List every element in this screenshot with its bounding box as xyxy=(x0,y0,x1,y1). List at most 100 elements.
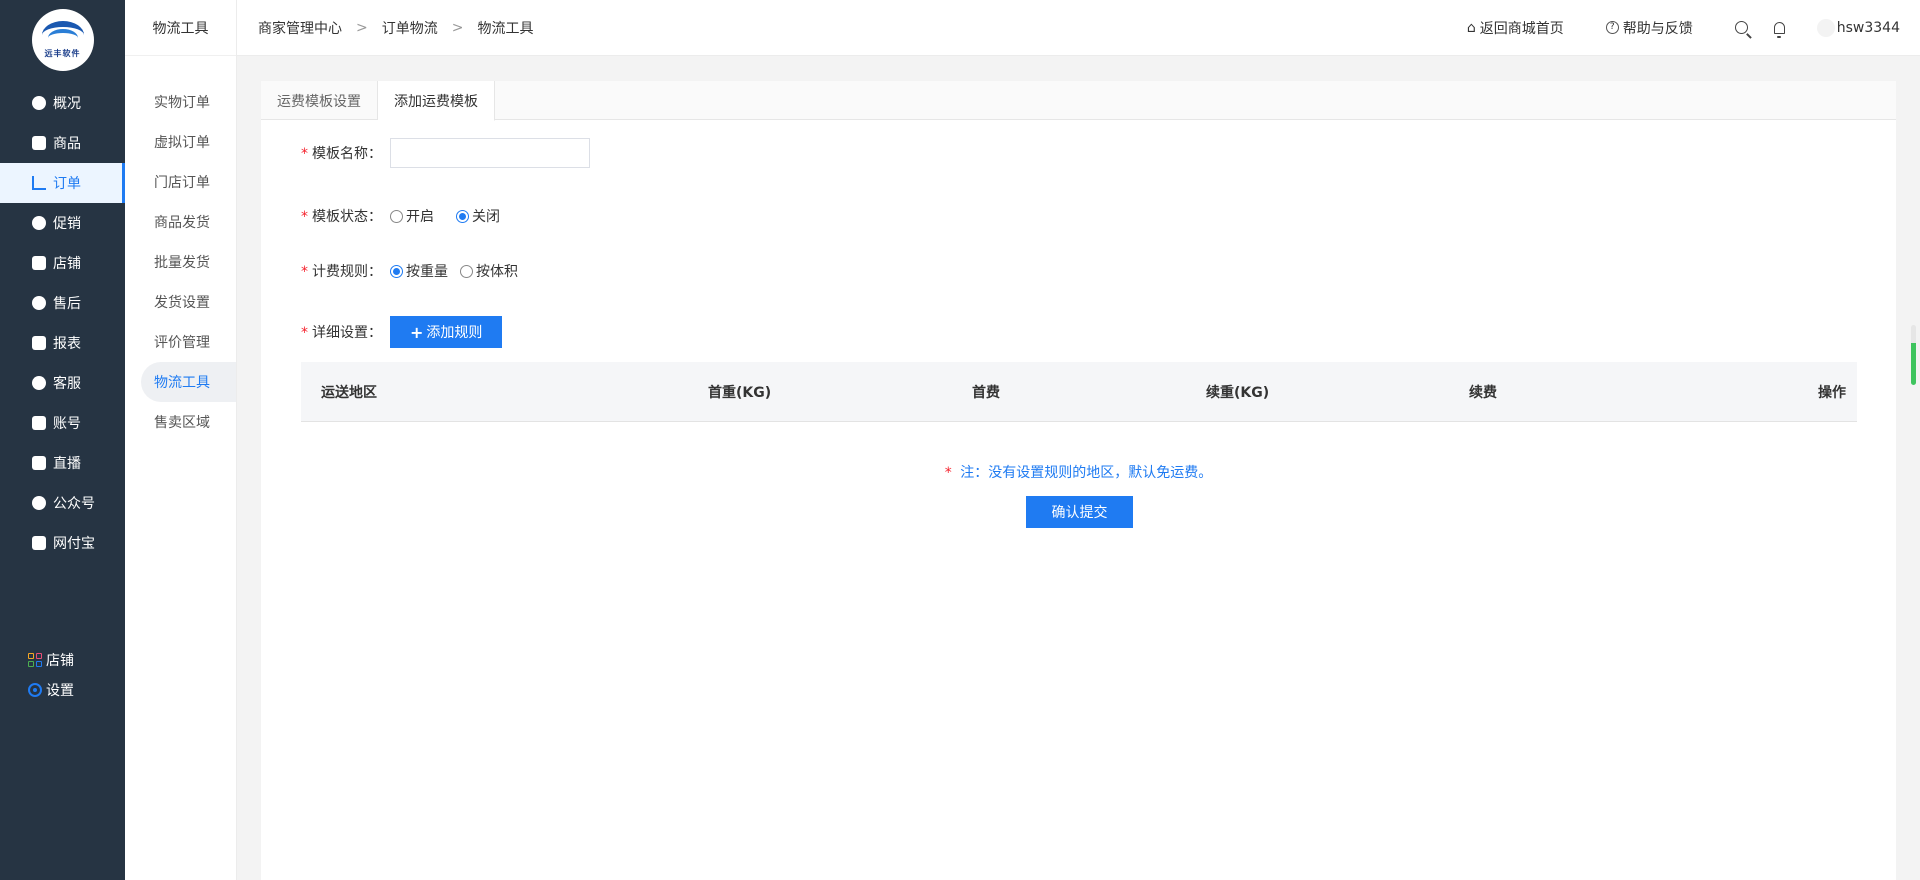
free-shipping-note: * 注：没有设置规则的地区，默认免运费。 xyxy=(261,462,1896,482)
sidebar-item-label: 报表 xyxy=(53,336,81,352)
shop-link[interactable]: 店铺 xyxy=(28,645,74,675)
aftersale-icon xyxy=(32,296,46,310)
sidebar-item-overview[interactable]: 概况 xyxy=(0,83,125,123)
service-icon xyxy=(32,376,46,390)
sidebar-item-label: 概况 xyxy=(53,96,81,112)
template-name-input[interactable] xyxy=(390,138,590,168)
sidebar-item-orders[interactable]: 订单 xyxy=(0,163,125,203)
store-icon xyxy=(32,256,46,270)
live-icon xyxy=(32,456,46,470)
confirm-submit-button[interactable]: 确认提交 xyxy=(1026,496,1133,528)
plus-icon: + xyxy=(410,322,424,342)
status-radio-closed-label: 关闭 xyxy=(472,209,500,225)
sidebar-item-label: 商品 xyxy=(53,136,81,152)
column-header-extra-fee: 续费 xyxy=(1469,384,1497,401)
rule-radio-by-weight[interactable]: 按重量 xyxy=(390,261,448,281)
sidebar-item-label: 网付宝 xyxy=(53,536,95,552)
user-menu[interactable]: hsw3344 xyxy=(1816,18,1900,37)
status-radio-open[interactable]: 开启 xyxy=(390,206,434,226)
required-mark: * xyxy=(301,325,308,341)
breadcrumb-item[interactable]: 订单物流 xyxy=(382,18,438,38)
subnav-item-virtual-orders[interactable]: 虚拟订单 xyxy=(125,122,236,162)
required-mark: * xyxy=(301,264,308,280)
sidebar-item-wangfubao[interactable]: 网付宝 xyxy=(0,523,125,563)
sidebar-item-label: 售后 xyxy=(53,296,81,312)
sidebar-item-store[interactable]: 店铺 xyxy=(0,243,125,283)
sidebar-item-label: 订单 xyxy=(53,176,81,192)
detail-settings-label: * 详细设置： xyxy=(301,322,383,342)
logo-mark-inner xyxy=(47,29,78,47)
tab-bar: 运费模板设置 添加运费模板 xyxy=(261,81,1896,121)
report-icon xyxy=(32,336,46,350)
home-icon: ⌂ xyxy=(1466,19,1476,36)
subnav-item-store-orders[interactable]: 门店订单 xyxy=(125,162,236,202)
sidebar-item-report[interactable]: 报表 xyxy=(0,323,125,363)
sidebar-item-official-account[interactable]: 公众号 xyxy=(0,483,125,523)
billing-rule-row: * 计费规则： 按重量 按体积 xyxy=(301,261,540,281)
status-radio-closed[interactable]: 关闭 xyxy=(456,206,500,226)
column-header-first-weight: 首重(KG) xyxy=(708,384,772,401)
company-logo[interactable]: 远丰软件 xyxy=(31,9,94,71)
bell-icon[interactable] xyxy=(1773,21,1785,38)
secondary-sidebar: 物流工具 实物订单 虚拟订单 门店订单 商品发货 批量发货 发货设置 评价管理 … xyxy=(125,0,237,880)
sidebar-item-live[interactable]: 直播 xyxy=(0,443,125,483)
settings-link[interactable]: 设置 xyxy=(28,675,74,705)
tab-add-freight-template[interactable]: 添加运费模板 xyxy=(378,81,495,121)
help-feedback-link[interactable]: ? 帮助与反馈 xyxy=(1605,18,1693,38)
subnav-item-shipping[interactable]: 商品发货 xyxy=(125,202,236,242)
subnav-item-shipping-settings[interactable]: 发货设置 xyxy=(125,282,236,322)
sidebar-item-promotion[interactable]: 促销 xyxy=(0,203,125,243)
column-header-extra-weight: 续重(KG) xyxy=(1206,384,1270,401)
scrollbar-indicator[interactable] xyxy=(1911,325,1916,385)
column-header-actions: 操作 xyxy=(1818,384,1846,401)
tab-freight-template-settings[interactable]: 运费模板设置 xyxy=(261,81,378,120)
shop-link-label: 店铺 xyxy=(46,653,74,669)
subnav-item-logistics-tools[interactable]: 物流工具 xyxy=(141,362,236,402)
search-icon[interactable] xyxy=(1734,21,1748,34)
add-rule-button[interactable]: + 添加规则 xyxy=(390,316,503,348)
template-status-label: * 模板状态： xyxy=(301,206,383,226)
card-icon xyxy=(32,416,46,430)
main-sidebar: 远丰软件 概况 商品 订单 促销 店铺 售后 报表 客服 账号 直播 公众号 网… xyxy=(0,0,125,880)
top-header: 商家管理中心 > 订单物流 > 物流工具 ⌂ 返回商城首页 ? 帮助与反馈 hs… xyxy=(237,0,1920,56)
return-home-label: 返回商城首页 xyxy=(1479,20,1564,37)
radio-circle-checked-icon xyxy=(390,264,403,278)
breadcrumb-item[interactable]: 商家管理中心 xyxy=(258,18,342,38)
column-header-first-fee: 首费 xyxy=(972,384,1000,401)
subnav-item-sales-region[interactable]: 售卖区域 xyxy=(125,402,236,442)
dashboard-icon xyxy=(32,96,46,110)
secondary-nav: 实物订单 虚拟订单 门店订单 商品发货 批量发货 发货设置 评价管理 物流工具 … xyxy=(125,82,236,442)
template-name-label: * 模板名称： xyxy=(301,143,383,163)
freight-rules-table: 运送地区 首重(KG) 首费 续重(KG) 续费 操作 xyxy=(301,362,1857,422)
sidebar-item-goods[interactable]: 商品 xyxy=(0,123,125,163)
gear-icon xyxy=(28,683,42,697)
sidebar-item-service[interactable]: 客服 xyxy=(0,363,125,403)
subnav-item-review-management[interactable]: 评价管理 xyxy=(125,322,236,362)
radio-circle-icon xyxy=(460,264,473,278)
help-feedback-label: 帮助与反馈 xyxy=(1622,20,1693,37)
check-badge-icon xyxy=(32,496,46,510)
billing-rule-label: * 计费规则： xyxy=(301,261,383,281)
return-home-link[interactable]: ⌂ 返回商城首页 xyxy=(1467,18,1564,38)
main-nav: 概况 商品 订单 促销 店铺 售后 报表 客服 账号 直播 公众号 网付宝 xyxy=(0,83,125,563)
promo-icon xyxy=(32,216,46,230)
sidebar-item-account[interactable]: 账号 xyxy=(0,403,125,443)
add-rule-button-label: 添加规则 xyxy=(426,325,483,341)
logo-text: 远丰软件 xyxy=(44,49,81,58)
template-name-row: * 模板名称： xyxy=(301,138,590,168)
rule-radio-by-volume[interactable]: 按体积 xyxy=(460,261,518,281)
template-status-row: * 模板状态： 开启 关闭 xyxy=(301,206,522,226)
subnav-item-batch-shipping[interactable]: 批量发货 xyxy=(125,242,236,282)
detail-settings-label-text: 详细设置： xyxy=(312,325,382,341)
sidebar-item-aftersale[interactable]: 售后 xyxy=(0,283,125,323)
template-status-label-text: 模板状态： xyxy=(312,209,382,225)
content-panel: 运费模板设置 添加运费模板 * 模板名称： * 模板状态： 开启 关闭 * 计费规则：… xyxy=(261,81,1896,880)
header-actions: ⌂ 返回商城首页 ? 帮助与反馈 hsw3344 xyxy=(1425,18,1920,38)
bag-icon xyxy=(32,136,46,150)
breadcrumb: 商家管理中心 > 订单物流 > 物流工具 xyxy=(237,18,533,38)
required-mark: * xyxy=(944,465,952,481)
status-radio-open-label: 开启 xyxy=(406,209,434,225)
shield-icon xyxy=(32,536,46,550)
subnav-item-physical-orders[interactable]: 实物订单 xyxy=(125,82,236,122)
avatar xyxy=(1816,18,1835,37)
